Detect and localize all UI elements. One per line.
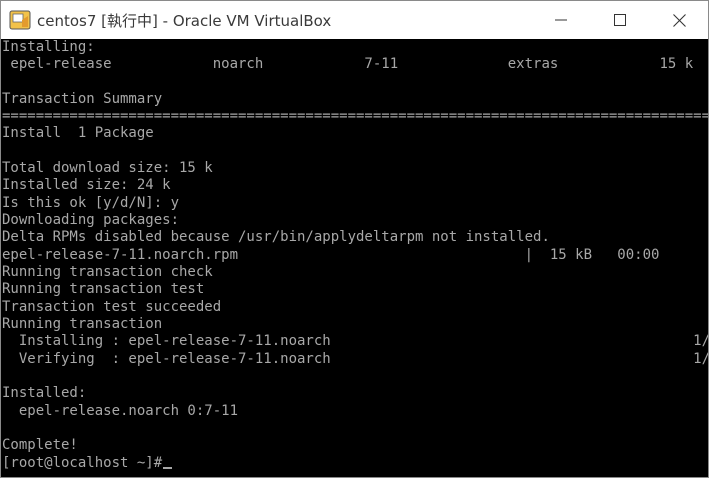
terminal-line: Transaction Summary — [2, 91, 163, 107]
maximize-button[interactable] — [591, 1, 649, 39]
terminal-line: Complete! — [2, 437, 78, 453]
close-icon — [672, 13, 686, 27]
title-bar[interactable]: centos7 [執行中] - Oracle VM VirtualBox — [1, 1, 708, 39]
window-title: centos7 [執行中] - Oracle VM VirtualBox — [37, 11, 332, 30]
terminal-line: Downloading packages: — [2, 212, 180, 228]
terminal-line: Running transaction — [2, 316, 163, 332]
terminal-line: Installed size: 24 k — [2, 177, 171, 193]
terminal-prompt: [root@localhost ~]# — [2, 455, 163, 471]
terminal-line: ========================================… — [2, 108, 708, 124]
terminal-line: Running transaction test — [2, 281, 205, 297]
terminal-prompt-line[interactable]: [root@localhost ~]# — [2, 455, 173, 472]
close-button[interactable] — [650, 1, 708, 39]
terminal-screen[interactable]: Installing: epel-release noarch 7-11 ext… — [1, 39, 708, 477]
terminal-line: Is this ok [y/d/N]: y — [2, 195, 180, 211]
terminal-line: Installing: — [2, 39, 95, 55]
text-cursor — [163, 467, 173, 469]
terminal-line: epel-release.noarch 0:7-11 — [2, 403, 239, 419]
virtualbox-icon — [9, 9, 31, 31]
terminal-line: epel-release-7-11.noarch.rpm | 15 kB 00:… — [2, 247, 660, 263]
virtualbox-window: centos7 [執行中] - Oracle VM VirtualBox Ins… — [0, 0, 709, 478]
terminal-line: Installed: — [2, 385, 87, 401]
minimize-button[interactable] — [532, 1, 590, 39]
minimize-icon — [555, 19, 567, 21]
terminal-line: epel-release noarch 7-11 extras 15 k — [2, 56, 694, 72]
terminal-line: Total download size: 15 k — [2, 160, 213, 176]
maximize-icon — [614, 14, 626, 26]
terminal-line: Delta RPMs disabled because /usr/bin/app… — [2, 229, 550, 245]
terminal-line: Transaction test succeeded — [2, 299, 222, 315]
terminal-line: Install 1 Package — [2, 125, 154, 141]
terminal-line: Installing : epel-release-7-11.noarch 1/… — [2, 333, 708, 349]
terminal-line: Verifying : epel-release-7-11.noarch 1/1 — [2, 351, 708, 367]
terminal-line: Running transaction check — [2, 264, 213, 280]
